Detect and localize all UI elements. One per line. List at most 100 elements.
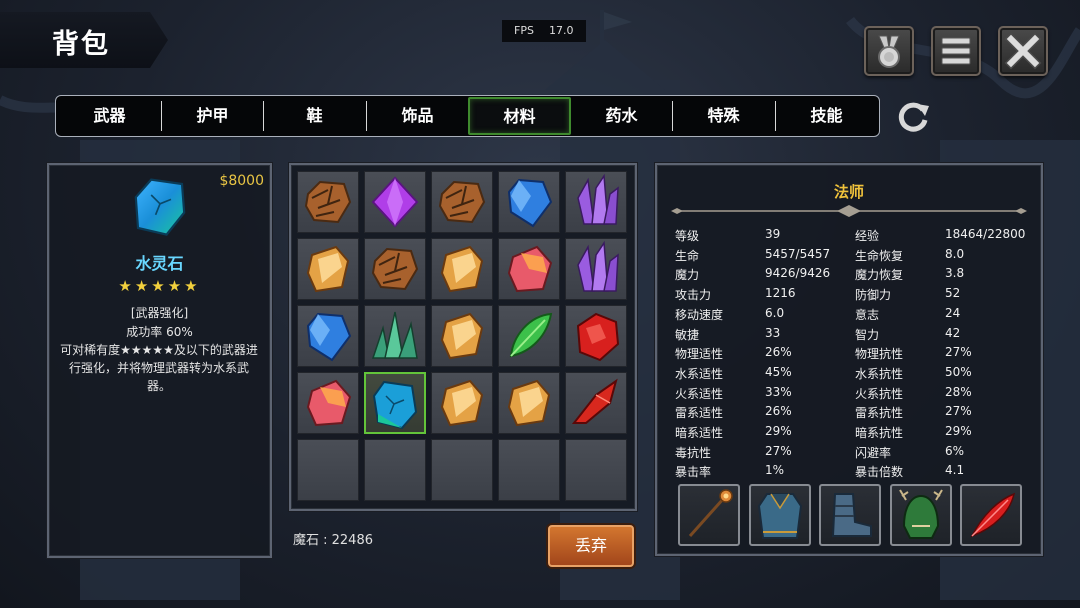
discard-button[interactable]: 丢弃 [548, 525, 634, 567]
teal-stone-icon [372, 380, 418, 430]
tab-accessories[interactable]: 饰品 [367, 96, 468, 136]
tab-skills[interactable]: 技能 [776, 96, 877, 136]
stat-label: 水系抗性 [855, 366, 904, 381]
pink-shard-icon [306, 379, 352, 427]
menu-icon [941, 37, 971, 65]
inventory-slot-green-crystals[interactable] [364, 305, 426, 367]
inventory-slot-brown-rock[interactable] [364, 238, 426, 300]
brown-rock-icon [438, 180, 486, 224]
inventory-slot-amber-shard[interactable] [431, 238, 493, 300]
item-rarity-stars: ★★★★★ [118, 277, 201, 295]
green-crystals-icon [371, 311, 418, 359]
character-class: 法师 [833, 183, 864, 201]
brown-rock-icon [371, 247, 419, 291]
close-icon [1004, 32, 1042, 70]
refresh-button[interactable] [893, 98, 933, 136]
stat-value: 6% [945, 443, 965, 458]
achievements-button[interactable] [864, 26, 914, 76]
amber-shard-icon [306, 245, 350, 293]
stat-value: 27% [945, 345, 972, 360]
item-name: 水灵石 [135, 254, 184, 273]
stat-value: 33 [765, 325, 781, 340]
inventory-slot-empty[interactable] [297, 439, 359, 501]
inventory-slot-purple-crystals[interactable] [565, 171, 627, 233]
stat-label: 雷系适性 [675, 406, 724, 421]
inventory-slot-pink-shard[interactable] [297, 372, 359, 434]
stat-value: 27% [945, 404, 972, 419]
inventory-slot-blue-crystal[interactable] [498, 171, 560, 233]
stat-value: 3.8 [945, 266, 965, 281]
inventory-slot-teal-stone[interactable] [364, 372, 426, 434]
ornament-divider [671, 205, 1027, 217]
equipment-slot-boots[interactable] [819, 484, 881, 546]
tab-weapons[interactable]: 武器 [58, 96, 161, 136]
equipment-slot-staff[interactable] [678, 484, 740, 546]
stat-label: 等级 [675, 229, 700, 243]
stat-value: 39 [765, 227, 781, 241]
stat-value: 4.1 [945, 463, 965, 478]
stat-label: 物理抗性 [855, 347, 904, 362]
inventory-slot-amber-shard[interactable] [431, 372, 493, 434]
inventory-slot-green-leaf-crystal[interactable] [498, 305, 560, 367]
brown-rock-icon [304, 180, 352, 224]
item-description: 可对稀有度★★★★★及以下的武器进行强化，并将物理武器转为水系武器。 [60, 343, 258, 393]
inventory-slot-pink-shard[interactable] [498, 238, 560, 300]
boots-icon [831, 493, 872, 537]
inventory-slot-red-shard[interactable] [565, 372, 627, 434]
close-button[interactable] [998, 26, 1048, 76]
stat-value: 29% [945, 424, 972, 438]
stat-label: 魔力恢复 [855, 268, 904, 283]
inventory-slot-empty[interactable] [431, 439, 493, 501]
equipment-slot-helmet[interactable] [889, 484, 952, 546]
stat-label: 毒抗性 [675, 445, 712, 460]
robe-icon [757, 493, 802, 539]
medal-icon [878, 35, 900, 68]
stat-label: 火系抗性 [855, 386, 904, 401]
amber-shard-icon [440, 245, 484, 293]
stat-value: 26% [765, 345, 792, 360]
purple-gem-icon [371, 176, 419, 228]
item-category: [武器强化] [130, 306, 189, 320]
page-title: 背包 [52, 29, 110, 60]
stat-value: 1% [765, 463, 785, 478]
red-feather-icon [970, 492, 1016, 538]
inventory-slot-red-gem[interactable] [565, 305, 627, 367]
inventory-slot-brown-rock[interactable] [297, 171, 359, 233]
tab-special[interactable]: 特殊 [673, 96, 774, 136]
blue-crystal-icon [306, 312, 352, 362]
purple-crystals-icon [577, 240, 619, 292]
tab-shoes[interactable]: 鞋 [264, 96, 365, 136]
equipment-slot-red-feather[interactable] [960, 484, 1022, 546]
menu-button[interactable] [931, 26, 981, 76]
inventory-slot-empty[interactable] [565, 439, 627, 501]
tab-armor[interactable]: 护甲 [162, 96, 263, 136]
stat-label: 生命 [675, 248, 700, 263]
stat-label: 水系适性 [675, 366, 724, 381]
stat-value: 24 [945, 305, 961, 320]
tab-materials[interactable]: 材料 [468, 97, 571, 135]
tab-potions[interactable]: 药水 [571, 96, 672, 136]
inventory-slot-blue-crystal[interactable] [297, 305, 359, 367]
stat-value: 52 [945, 286, 961, 301]
equipment-slot-robe[interactable] [748, 484, 811, 546]
stat-label: 物理适性 [675, 347, 724, 362]
stat-label: 暴击倍数 [855, 465, 904, 480]
inventory-slot-amber-shard[interactable] [498, 372, 560, 434]
stat-value: 5457/5457 [765, 246, 831, 261]
inventory-slot-amber-shard[interactable] [297, 238, 359, 300]
inventory-slot-purple-gem[interactable] [364, 171, 426, 233]
inventory-slot-brown-rock[interactable] [431, 171, 493, 233]
item-price: $8000 [219, 173, 264, 189]
stat-value: 29% [765, 424, 792, 438]
stat-label: 敏捷 [675, 327, 700, 342]
stat-value: 28% [945, 384, 972, 399]
purple-crystals-icon [577, 173, 619, 225]
inventory-slot-amber-shard[interactable] [431, 305, 493, 367]
fps-value: 17.0 [549, 24, 574, 37]
stat-value: 6.0 [765, 305, 785, 320]
inventory-slot-empty[interactable] [498, 439, 560, 501]
amber-shard-icon [507, 379, 551, 427]
inventory-slot-empty[interactable] [364, 439, 426, 501]
inventory-slot-purple-crystals[interactable] [565, 238, 627, 300]
stat-value: 9426/9426 [765, 266, 831, 281]
